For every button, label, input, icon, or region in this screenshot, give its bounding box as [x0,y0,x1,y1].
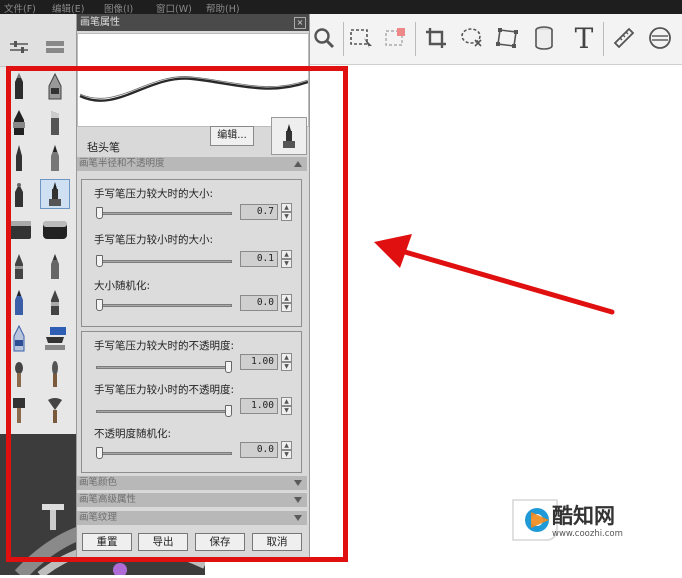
menu-help[interactable]: 帮助(H) [206,1,240,15]
menu-image[interactable]: 图像(I) [104,1,133,15]
fill-bucket-icon[interactable] [527,20,561,56]
layers-icon[interactable] [46,40,64,57]
menu-file[interactable]: 文件(F) [4,1,36,15]
lasso-icon[interactable] [455,20,489,56]
distort-icon[interactable] [491,20,525,56]
crop-transform-icon[interactable] [379,20,413,56]
ruler-icon[interactable] [607,20,641,56]
text-icon[interactable]: T [567,20,601,56]
annotation-arrow [374,234,615,315]
annotation-highlight-box [6,66,348,562]
top-toolbar: T [305,14,682,65]
ellipse-guide-icon[interactable] [643,20,677,56]
crop-icon[interactable] [419,20,453,56]
menu-edit[interactable]: 编辑(E) [52,1,84,15]
menu-bar: 文件(F) 编辑(E) 图像(I) 窗口(W) 帮助(H) [0,0,682,15]
zoom-icon[interactable] [307,20,341,56]
close-icon[interactable]: × [294,17,306,29]
panel-titlebar: 画笔属性 × [77,14,309,31]
brush-library-header [0,14,76,67]
menu-window[interactable]: 窗口(W) [156,1,192,15]
watermark-url: www.coozhi.com [552,529,623,539]
panel-title: 画笔属性 [80,17,120,28]
marquee-select-icon[interactable] [345,20,379,56]
sliders-icon[interactable] [10,40,28,57]
watermark-brand: 酷知网 [552,504,615,528]
